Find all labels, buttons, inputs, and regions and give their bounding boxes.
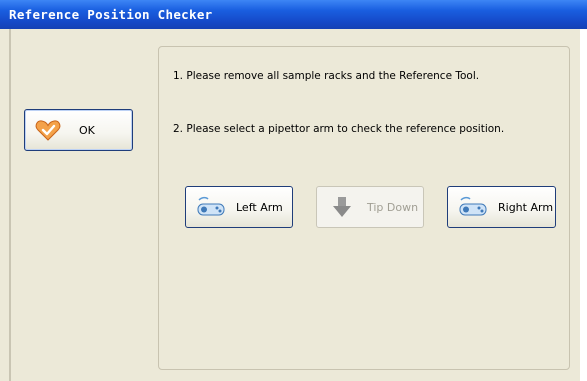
instruction-line-2: 2. Please select a pipettor arm to check… (173, 123, 505, 135)
tip-down-button[interactable]: Tip Down (316, 186, 424, 228)
window-right-edge (580, 29, 587, 381)
down-arrow-icon (327, 195, 357, 219)
heart-check-icon (33, 118, 63, 142)
right-arm-button[interactable]: Right Arm (447, 186, 556, 228)
left-arm-label: Left Arm (236, 200, 283, 214)
arm-icon (458, 195, 488, 219)
ok-button[interactable]: OK (24, 109, 133, 151)
right-arm-label: Right Arm (498, 200, 554, 214)
instruction-line-1: 1. Please remove all sample racks and th… (173, 70, 480, 82)
arm-icon (196, 195, 226, 219)
left-panel (11, 29, 140, 381)
window-title: Reference Position Checker (0, 0, 587, 29)
tip-down-label: Tip Down (367, 200, 419, 214)
left-arm-button[interactable]: Left Arm (185, 186, 293, 228)
ok-label: OK (79, 123, 95, 137)
